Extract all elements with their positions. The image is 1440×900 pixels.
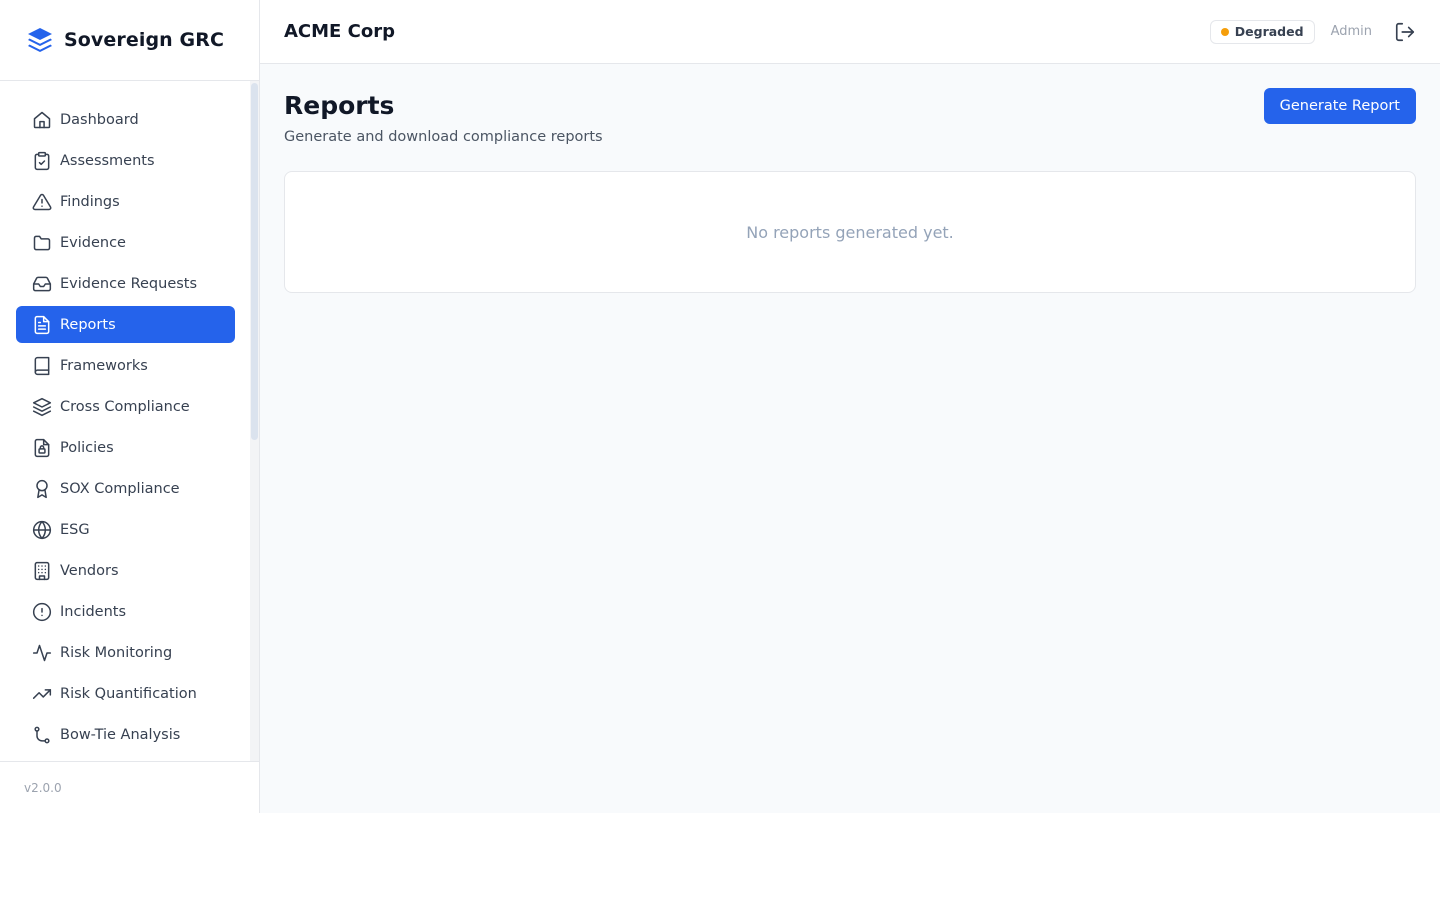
sidebar-item-label: Cross Compliance: [60, 398, 190, 415]
generate-report-button[interactable]: Generate Report: [1263, 88, 1416, 124]
sidebar-footer: v2.0.0: [0, 761, 259, 813]
top-bar-actions: Degraded Admin: [1209, 19, 1416, 44]
sidebar-item-label: Findings: [60, 193, 120, 210]
sidebar-item-risk-quantification[interactable]: Risk Quantification: [16, 675, 235, 712]
sidebar-item-label: Incidents: [60, 603, 127, 620]
trending-up-icon: [32, 684, 52, 704]
alert-circle-icon: [32, 602, 52, 622]
globe-icon: [32, 520, 52, 540]
sidebar-item-evidence[interactable]: Evidence: [16, 224, 235, 261]
status-label: Degraded: [1234, 24, 1304, 39]
sidebar-scrollbar-thumb[interactable]: [251, 83, 258, 440]
clipboard-check-icon: [32, 151, 52, 171]
status-badge: Degraded: [1209, 19, 1315, 44]
sidebar-item-bow-tie-analysis[interactable]: Bow-Tie Analysis: [16, 716, 235, 753]
sidebar-item-frameworks[interactable]: Frameworks: [16, 347, 235, 384]
sidebar-item-cross-compliance[interactable]: Cross Compliance: [16, 388, 235, 425]
log-out-icon: [1395, 22, 1415, 41]
logout-button[interactable]: [1394, 21, 1416, 43]
org-name: ACME Corp: [284, 21, 395, 42]
sidebar-item-label: Policies: [60, 439, 114, 456]
sidebar-item-label: Evidence Requests: [60, 275, 198, 292]
page-header: Reports Generate and download compliance…: [284, 88, 1416, 145]
git-branch-icon: [32, 725, 52, 745]
folder-icon: [32, 233, 52, 253]
page-title: Reports: [284, 91, 395, 120]
sidebar-item-assessments[interactable]: Assessments: [16, 142, 235, 179]
layers-icon: [32, 397, 52, 417]
sidebar-nav-scroll[interactable]: Dashboard Assessments Findings Evidence …: [0, 81, 259, 761]
app-version: v2.0.0: [24, 780, 62, 795]
sidebar-item-policies[interactable]: Policies: [16, 429, 235, 466]
sidebar-item-label: Evidence: [60, 234, 126, 251]
home-icon: [32, 110, 52, 130]
sidebar-item-label: Assessments: [60, 152, 155, 169]
sidebar-item-label: Frameworks: [60, 357, 148, 374]
sidebar-item-label: Vendors: [60, 562, 119, 579]
book-icon: [32, 356, 52, 376]
sidebar-item-label: Risk Quantification: [60, 685, 197, 702]
sidebar-item-label: ESG: [60, 521, 90, 538]
file-lock-icon: [32, 438, 52, 458]
award-icon: [32, 479, 52, 499]
user-role: Admin: [1330, 24, 1372, 39]
sidebar-item-risk-monitoring[interactable]: Risk Monitoring: [16, 634, 235, 671]
top-bar: ACME Corp Degraded Admin: [260, 0, 1440, 64]
inbox-icon: [32, 274, 52, 294]
sidebar-item-label: Reports: [60, 316, 116, 333]
empty-state-message: No reports generated yet.: [746, 222, 954, 242]
sidebar-item-evidence-requests[interactable]: Evidence Requests: [16, 265, 235, 302]
sidebar-item-reports[interactable]: Reports: [16, 306, 235, 343]
page-subtitle: Generate and download compliance reports: [284, 129, 603, 145]
reports-empty-state: No reports generated yet.: [284, 171, 1416, 293]
sidebar-item-label: Bow-Tie Analysis: [60, 726, 181, 743]
sidebar: Sovereign GRC Dashboard Assessments Find…: [0, 0, 260, 813]
main-area: ACME Corp Degraded Admin Reports Generat…: [260, 0, 1440, 813]
sidebar-item-label: Risk Monitoring: [60, 644, 173, 661]
page-content: Reports Generate and download compliance…: [260, 64, 1440, 317]
activity-icon: [32, 643, 52, 663]
sidebar-item-label: SOX Compliance: [60, 480, 180, 497]
sidebar-item-findings[interactable]: Findings: [16, 183, 235, 220]
building-icon: [32, 561, 52, 581]
sidebar-item-dashboard[interactable]: Dashboard: [16, 101, 235, 138]
status-dot-icon: [1220, 27, 1229, 36]
brand-name: Sovereign GRC: [64, 29, 224, 51]
sidebar-item-label: Dashboard: [60, 111, 139, 128]
brand[interactable]: Sovereign GRC: [0, 0, 259, 81]
sidebar-item-sox-compliance[interactable]: SOX Compliance: [16, 470, 235, 507]
stacked-layers-logo-icon: [26, 26, 54, 54]
file-text-icon: [32, 315, 52, 335]
sidebar-scrollbar-track[interactable]: [250, 81, 259, 761]
sidebar-nav: Dashboard Assessments Findings Evidence …: [0, 81, 259, 753]
sidebar-item-esg[interactable]: ESG: [16, 511, 235, 548]
sidebar-item-vendors[interactable]: Vendors: [16, 552, 235, 589]
sidebar-item-incidents[interactable]: Incidents: [16, 593, 235, 630]
alert-triangle-icon: [32, 192, 52, 212]
app-shell: Sovereign GRC Dashboard Assessments Find…: [0, 0, 1440, 813]
